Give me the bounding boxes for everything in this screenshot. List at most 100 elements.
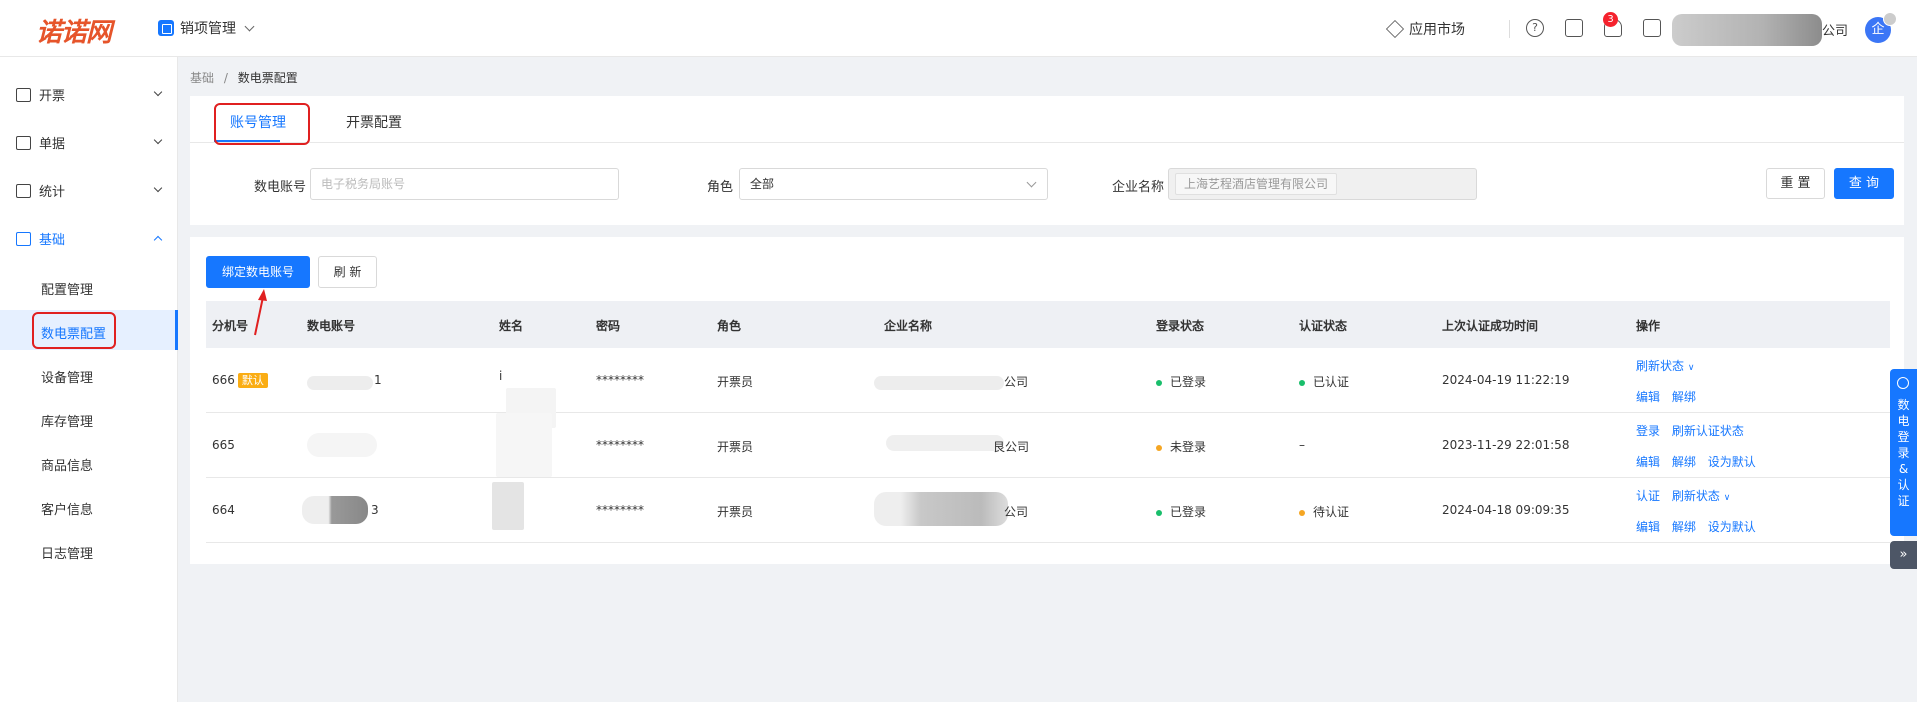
password-cell: ********: [596, 373, 644, 387]
column-header: 角色: [717, 319, 742, 333]
user-info-redacted: [1672, 14, 1822, 46]
app-market-label: 应用市场: [1409, 22, 1465, 38]
module-label: 销项管理: [180, 21, 236, 37]
ops-line1: 登录 刷新认证状态: [1636, 422, 1752, 439]
sidebar-group-label: 基础: [39, 233, 66, 248]
expand-panel-button[interactable]: »: [1890, 541, 1917, 569]
tab-bar: 账号管理 开票配置: [190, 96, 1904, 145]
password-cell: ********: [596, 503, 644, 517]
help-icon[interactable]: ?: [1526, 19, 1544, 37]
unbind-link[interactable]: 解绑: [1672, 455, 1696, 469]
edit-link[interactable]: 编辑: [1636, 520, 1660, 534]
sidebar-group-statistics[interactable]: 统计: [16, 181, 163, 200]
company-cell: 公司: [1004, 505, 1029, 519]
refresh-auth-link[interactable]: 刷新认证状态: [1672, 424, 1744, 438]
sidebar-group-invoice[interactable]: 开票: [16, 85, 163, 104]
login-status: 已登录: [1156, 503, 1206, 520]
status-dot-icon: [1299, 509, 1305, 516]
auth-status: 待认证: [1299, 503, 1349, 520]
unbind-link[interactable]: 解绑: [1672, 520, 1696, 534]
account-cell: 1: [374, 373, 382, 387]
sidebar-group-documents[interactable]: 单据: [16, 133, 163, 152]
refresh-status-link[interactable]: 刷新状态 ∨: [1672, 489, 1730, 503]
column-header: 姓名: [499, 319, 524, 333]
column-header: 密码: [596, 319, 621, 333]
sidebar-item-customers[interactable]: 客户信息: [41, 499, 93, 518]
breadcrumb-parent[interactable]: 基础: [190, 71, 214, 85]
company-cell: 艮公司: [993, 440, 1030, 454]
sidebar-group-base[interactable]: 基础: [16, 229, 163, 248]
bind-account-button[interactable]: 绑定数电账号: [206, 256, 310, 288]
status-dot-icon: [1299, 379, 1305, 386]
refresh-button[interactable]: 刷 新: [318, 256, 377, 288]
breadcrumb-separator: /: [223, 71, 228, 85]
sidebar-group-label: 统计: [39, 185, 66, 200]
table-header: 分机号 数电账号 姓名 密码 角色 企业名称 登录状态 认证状态 上次认证成功时…: [206, 301, 1890, 348]
status-dot-icon: [1156, 444, 1162, 451]
chevron-down-icon: [153, 183, 163, 193]
tab-invoice-config[interactable]: 开票配置: [346, 112, 402, 132]
sidebar-item-config[interactable]: 配置管理: [41, 279, 93, 298]
login-status: 已登录: [1156, 373, 1206, 390]
redacted-name: [496, 413, 552, 477]
edit-link[interactable]: 编辑: [1636, 390, 1660, 404]
column-header: 数电账号: [307, 319, 356, 333]
redacted-company: [874, 376, 1004, 390]
document-icon: [16, 135, 31, 150]
company-input: 上海艺程酒店管理有限公司: [1168, 168, 1477, 200]
module-icon: [158, 20, 174, 36]
login-status-label: 已登录: [1170, 375, 1207, 389]
auth-link[interactable]: 认证: [1636, 489, 1660, 503]
role-cell: 开票员: [717, 505, 754, 519]
sidebar-item-logs[interactable]: 日志管理: [41, 543, 93, 562]
invoice-icon: [16, 87, 31, 102]
refresh-status-label: 刷新状态: [1671, 489, 1720, 503]
user-check-icon: [1897, 377, 1909, 389]
unbind-link[interactable]: 解绑: [1672, 390, 1696, 404]
refresh-status-link[interactable]: 刷新状态 ∨: [1636, 359, 1694, 373]
highlight-box: [32, 312, 116, 349]
default-badge: 默认: [237, 373, 268, 388]
account-input[interactable]: 电子税务局账号: [310, 168, 619, 200]
login-status-label: 已登录: [1170, 505, 1207, 519]
digital-login-auth-panel[interactable]: 数电登录&认证: [1890, 369, 1917, 536]
column-header: 分机号: [212, 319, 249, 333]
module-switcher[interactable]: 销项管理: [158, 18, 255, 38]
ext-cell: 664: [212, 503, 235, 517]
chevron-up-icon: [153, 235, 163, 245]
column-header: 上次认证成功时间: [1442, 319, 1539, 333]
breadcrumb: 基础 / 数电票配置: [190, 69, 298, 86]
query-button[interactable]: 查 询: [1834, 168, 1894, 199]
breadcrumb-current: 数电票配置: [237, 71, 298, 85]
ops-line1: 认证 刷新状态 ∨: [1636, 487, 1738, 504]
set-default-link[interactable]: 设为默认: [1708, 520, 1756, 534]
header-divider: [1509, 20, 1510, 38]
role-select-value: 全部: [750, 177, 775, 191]
company-name-tail[interactable]: 公司: [1822, 20, 1848, 39]
auth-status-label: 已认证: [1313, 375, 1350, 389]
status-dot-icon: [1156, 379, 1162, 386]
password-cell: ********: [596, 438, 644, 452]
role-select[interactable]: 全部: [739, 168, 1048, 200]
reset-button[interactable]: 重 置: [1766, 168, 1825, 199]
set-default-link[interactable]: 设为默认: [1708, 455, 1756, 469]
chevron-down-icon: [1026, 177, 1037, 188]
company-label: 企业名称: [1112, 180, 1165, 195]
auth-status: 已认证: [1299, 373, 1349, 390]
login-status-label: 未登录: [1170, 440, 1207, 454]
login-status: 未登录: [1156, 438, 1206, 455]
sidebar: 开票 单据 统计 基础 配置管理 数电票配置 设备管理 库存管理 商品信息 客户…: [0, 57, 178, 702]
sidebar-item-products[interactable]: 商品信息: [41, 455, 93, 474]
last-auth-time: 2024-04-19 11:22:19: [1442, 373, 1570, 387]
base-icon: [16, 231, 31, 246]
task-icon[interactable]: [1565, 19, 1583, 37]
edit-link[interactable]: 编辑: [1636, 455, 1660, 469]
redacted-company: [886, 435, 1004, 451]
app-market-button[interactable]: 应用市场: [1385, 19, 1497, 39]
id-card-icon[interactable]: [1643, 19, 1661, 37]
login-link[interactable]: 登录: [1636, 424, 1660, 438]
logo[interactable]: 诺诺网: [36, 12, 112, 49]
sidebar-item-devices[interactable]: 设备管理: [41, 367, 93, 386]
sidebar-item-inventory[interactable]: 库存管理: [41, 411, 93, 430]
ops-line1: 刷新状态 ∨: [1636, 357, 1702, 374]
